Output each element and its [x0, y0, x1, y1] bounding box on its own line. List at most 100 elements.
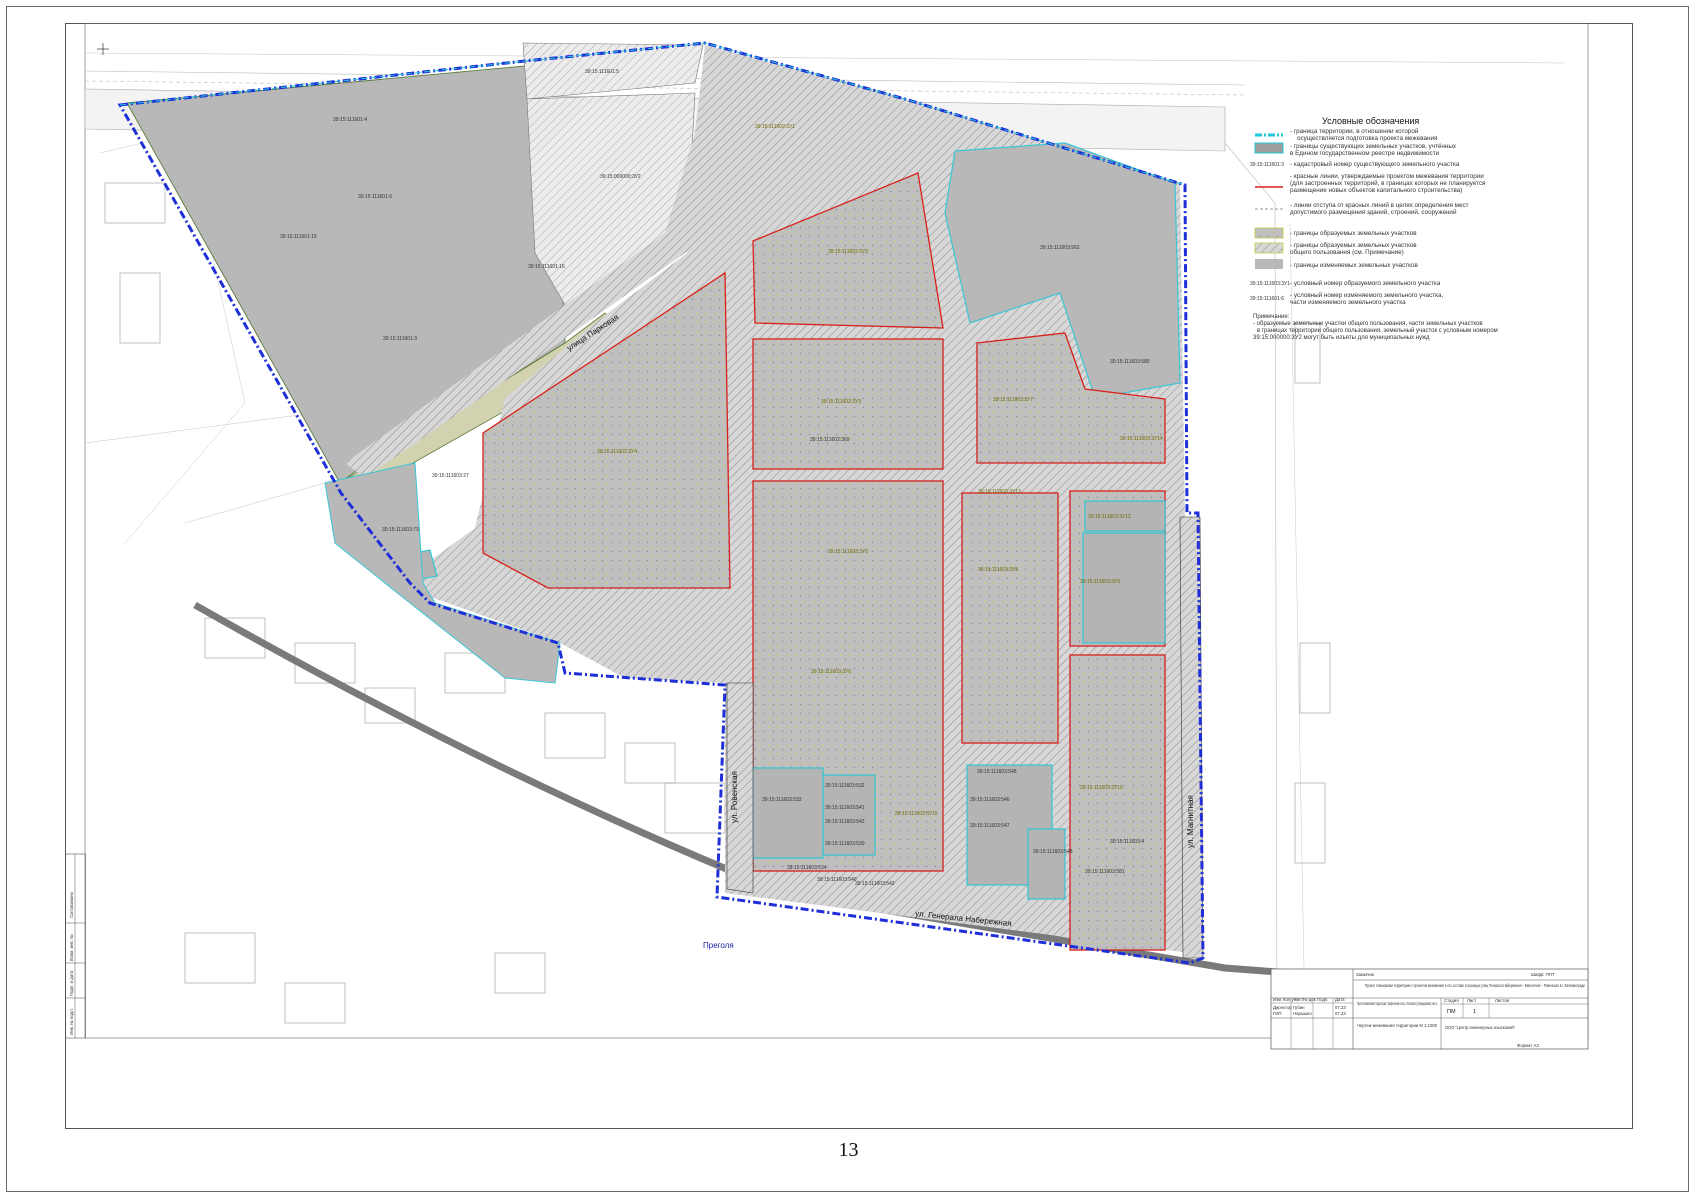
legend-text: - линии отступа от красных линий в целях… [1290, 201, 1469, 209]
parcel-label: 39:15:111603:3У6 [811, 669, 851, 675]
legend-symbol-changed [1255, 259, 1283, 269]
title-col-label: Дата [1335, 997, 1345, 1002]
legend-text: общего пользования (см. Примечание) [1290, 248, 1404, 256]
parcel-label: 39:15:111603:547 [970, 823, 1010, 829]
parcel-label: 39:15:000000:3У2 [600, 174, 641, 180]
strip-label: Согласовано [69, 892, 74, 918]
parcel-label: 39:15:111603:3У13 [978, 489, 1021, 495]
title-col-label: Изм. [1273, 997, 1282, 1002]
parcel-label: 39:15:111603:3У9 [1080, 579, 1120, 585]
parcel-label: 39:15:111603:3У7 [993, 397, 1033, 403]
title-date: 07.23 [1335, 1011, 1346, 1016]
legend-note: - образуемые земельные участки общего по… [1253, 321, 1483, 327]
parcel-nw [126, 64, 566, 484]
parcel-label: 39:15:111601:3 [383, 336, 417, 342]
parcel-label: 39:15:111602:369 [810, 437, 850, 443]
title-date: 07.23 [1335, 1005, 1346, 1010]
legend-text: - кадастровый номер существующего земель… [1290, 160, 1460, 168]
parcel-label: 39:15:111603:548 [977, 769, 1017, 775]
legend-text: - условный номер образуемого земельного … [1290, 279, 1441, 287]
left-approval-strip: Согласовано Взам. инв. № Подп. и дата Ин… [65, 853, 86, 1039]
parcel-label: 39:15:111603:3У14 [1120, 436, 1163, 442]
title-name: Нарышко [1293, 1011, 1312, 1016]
legend-text: в Едином государственном реестре недвижи… [1290, 150, 1440, 157]
title-customer-label: Заказчик: [1356, 972, 1375, 977]
parcel-label: 39:15:111603:3У11 [895, 811, 938, 817]
label-street-magnitnaya: ул. Магнитная [1186, 795, 1195, 848]
legend-sample-cadastral: 39:15:111601:3 [1250, 162, 1284, 168]
title-col-label: Подп. [1317, 997, 1328, 1002]
legend-text: части изменяемого земельного участка [1290, 299, 1406, 306]
title-col-label: № док [1303, 997, 1316, 1002]
legend-text: - границы образуемых земельных участков [1290, 241, 1417, 249]
strip-label: Инв. № подл. [69, 1008, 74, 1035]
legend-title: Условные обозначения [1322, 116, 1419, 126]
legend-text: - граница территории, в отношении которо… [1290, 127, 1419, 135]
parcel-label: 39:15:111603:3У10 [1080, 785, 1123, 791]
title-project: Проект планировки территории с проектом … [1365, 983, 1585, 988]
parcel-label: 39:15:111603:546 [970, 797, 1010, 803]
parcel-label: 39:15:111603:534 [787, 865, 827, 871]
title-col-label: Лист [1294, 997, 1303, 1002]
parcel-label: 39:15:111603:530 [825, 841, 865, 847]
legend-note: 39:15:000000:3У2 могут быть изъяты для м… [1253, 335, 1430, 341]
legend-sample-new: 39:15:111603:3У1 [1250, 281, 1290, 287]
parcel-label: 39:15:111601:16 [528, 264, 565, 270]
legend-note-title: Примечание: [1253, 314, 1290, 320]
parcel-label: 39:15:111602:3У4 [597, 449, 637, 455]
parcel-label: 39:15:111603:540 [817, 877, 857, 883]
title-role: Директор [1273, 1005, 1292, 1010]
parcel-label: 39:15:111603:580 [1110, 359, 1150, 365]
title-role: ГИП [1273, 1011, 1282, 1016]
title-block: Заказчик: Шифр: ППТ Проект планировки те… [1270, 968, 1589, 1050]
legend-symbol-existing [1254, 142, 1284, 154]
title-sheets-label: Листов [1495, 998, 1510, 1003]
cadastral-map: улица Парковая ул. Ровенская ул. Генерал… [65, 23, 1633, 1129]
legend-text: - границы изменяемых земельных участков [1290, 262, 1418, 269]
legend-text: осуществляется подготовка проекта межева… [1297, 135, 1437, 142]
parcel-label: 39:15:111602:3У2 [828, 249, 868, 255]
parcel-label: 39:15:111603:3У12 [1088, 514, 1131, 520]
legend-text: - условный номер изменяемого земельного … [1290, 291, 1444, 299]
title-format: Формат А3 [1517, 1043, 1539, 1048]
title-company: ООО "Центр инженерных изысканий" [1445, 1025, 1515, 1030]
parcel-label: 39:15:111603:543 [855, 881, 895, 887]
label-river-pregolya: Преголя [703, 941, 734, 950]
parcel-label: 39:15:111601:6 [358, 194, 392, 200]
parcel-label: 39:15:111601:5 [585, 69, 619, 75]
map-sheet: улица Парковая ул. Ровенская ул. Генерал… [65, 23, 1633, 1129]
parcel-label: 39:15:111601:4 [333, 117, 367, 123]
label-street-rovenskaya: ул. Ровенская [730, 771, 739, 823]
parcel-label: 39:15:111603:532 [825, 783, 865, 789]
legend-text: размещение новых объектов капитального с… [1290, 186, 1462, 194]
title-name: Губин [1293, 1005, 1305, 1010]
parcel-label: 39:15:111603:548 [1033, 849, 1073, 855]
title-stage: ПМ [1447, 1009, 1456, 1015]
parcel-label: 39:15:111603:3У8 [978, 567, 1018, 573]
parcel-label: 39:15:111603:581 [1085, 869, 1125, 875]
title-drawing: Чертеж межевания территории М 1:1000 [1357, 1023, 1438, 1028]
parcel-label: 39:15:111603:541 [825, 805, 865, 811]
parcel-label: 39:15:111603:27 [432, 473, 469, 479]
legend-note: в границах территории общего пользования… [1257, 327, 1498, 334]
legend-sample-changed: 39:15:111601:6 [1250, 296, 1284, 302]
title-stage-label: Стадия [1444, 998, 1459, 1003]
parcel-label: 39:15:111602:3У1 [755, 124, 795, 130]
legend-symbol-new-public [1254, 242, 1284, 254]
parcel-label: 39:15:111603:4 [1110, 839, 1144, 845]
title-section: Проект межевания территории. Графическая… [1357, 1001, 1437, 1006]
parcel-label: 39:15:111601:15 [280, 234, 317, 240]
parcel-label: 39:15:111603:73 [382, 527, 419, 533]
parcel-label: 39:15:111603:562 [1040, 245, 1080, 251]
strip-label: Подп. и дата [69, 970, 74, 996]
legend-text: - границы образуемых земельных участков [1290, 229, 1417, 237]
legend-symbol-new [1254, 227, 1284, 239]
title-sheet: 1 [1473, 1009, 1476, 1015]
parcel-label: 39:15:111603:3У5 [828, 549, 868, 555]
title-sheet-label: Лист [1467, 998, 1476, 1003]
legend-text: (для застроенных территорий, в границах … [1290, 179, 1485, 187]
legend: Условные обозначения - граница территори… [1250, 116, 1498, 341]
legend-text: - границы существующих земельных участко… [1290, 143, 1457, 150]
parcel-label: 39:15:111603:542 [825, 819, 865, 825]
page-number: 13 [838, 1139, 859, 1161]
